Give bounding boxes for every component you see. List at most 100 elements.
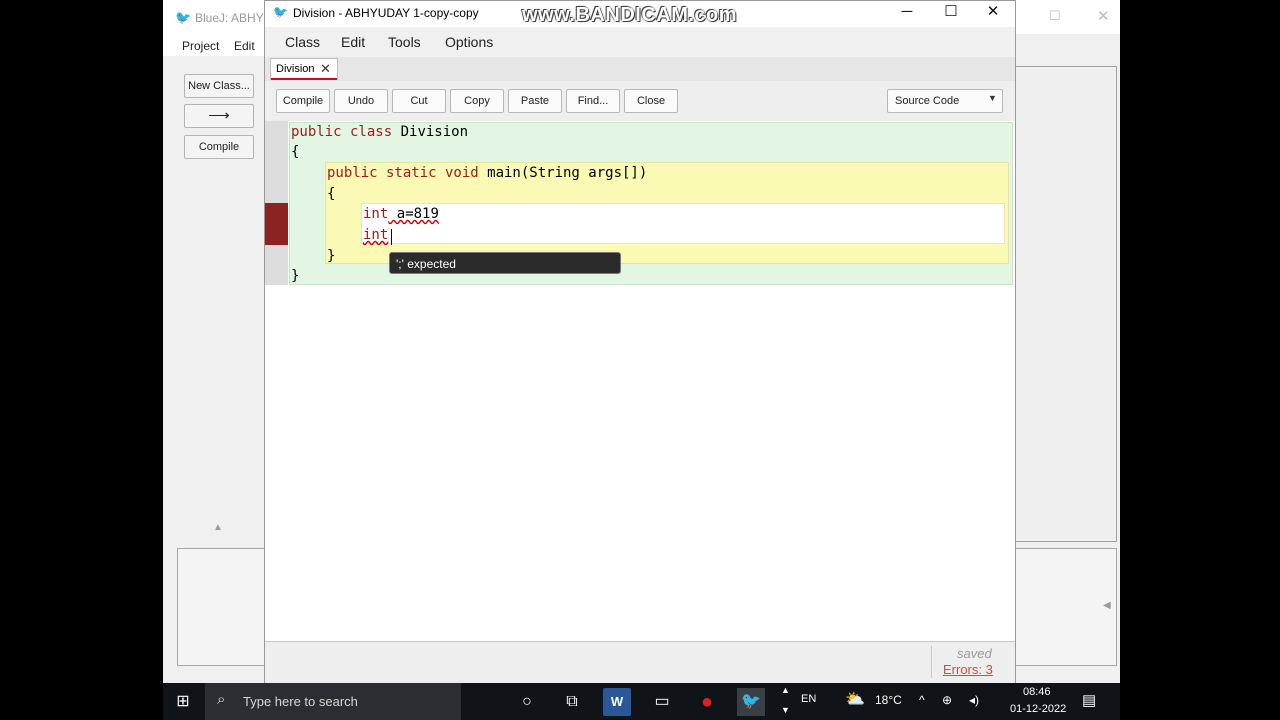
bluej-menu-edit[interactable]: Edit xyxy=(234,39,255,53)
editor-window: 🐦 Division - ABHYUDAY 1-copy-copy ─ ☐ ✕ … xyxy=(264,0,1016,684)
bandicam-button[interactable]: ● xyxy=(693,688,721,716)
scroll-down-icon[interactable]: ▼ xyxy=(781,705,790,715)
editor-status-bar: saved Errors: 3 xyxy=(265,641,1015,684)
arrow-right-icon: ⟶ xyxy=(208,107,230,124)
errors-count-link[interactable]: Errors: 3 xyxy=(943,662,993,677)
language-indicator[interactable]: EN xyxy=(801,693,816,705)
cortana-button[interactable]: ○ xyxy=(513,688,541,716)
clock-time[interactable]: 08:46 xyxy=(1023,686,1051,698)
close-window-button[interactable]: ✕ xyxy=(971,1,1015,25)
bluej-object-bench-right[interactable] xyxy=(1015,548,1117,666)
folder-icon: ▭ xyxy=(654,693,670,710)
code-text-error: a=819 xyxy=(388,206,439,222)
close-tab-icon[interactable]: ✕ xyxy=(320,61,331,77)
start-button[interactable]: ⊞ xyxy=(169,688,197,716)
code-line-1: public class Division xyxy=(291,122,468,142)
code-text: main(String args[]) xyxy=(478,165,648,181)
editor-window-title: Division - ABHYUDAY 1-copy-copy xyxy=(293,6,479,20)
compile-button[interactable]: Compile xyxy=(276,89,330,113)
code-line-7: } xyxy=(327,248,336,264)
view-selector-value: Source Code xyxy=(895,95,960,107)
editor-tab-strip: Division ✕ xyxy=(265,57,1015,81)
minimize-button[interactable]: ─ xyxy=(885,1,929,25)
bluej-menu-project[interactable]: Project xyxy=(182,39,219,53)
record-icon: ● xyxy=(700,691,714,713)
bluej-bird-icon: 🐦 xyxy=(175,10,192,25)
scroll-left-icon[interactable]: ◀ xyxy=(1103,600,1111,611)
code-line-5: int a=819 xyxy=(363,204,439,224)
error-tooltip: ';' expected xyxy=(389,252,621,274)
bluej-class-diagram-area[interactable] xyxy=(1015,66,1117,542)
code-editor[interactable]: public class Division { public static vo… xyxy=(265,121,1015,641)
bluej-object-bench[interactable] xyxy=(177,548,269,666)
volume-icon[interactable]: ◂) xyxy=(969,693,979,707)
error-line-marker[interactable] xyxy=(265,203,288,245)
saved-status: saved xyxy=(957,646,992,661)
weather-temperature[interactable]: 18°C xyxy=(875,693,902,707)
paste-button[interactable]: Paste xyxy=(508,89,562,113)
inheritance-arrow-button[interactable]: ⟶ xyxy=(184,104,254,128)
code-text: Division xyxy=(392,124,469,140)
windows-taskbar: ⊞ ⌕ Type here to search ○ ⧉ W ▭ ● 🐦 ▲ ▼ … xyxy=(163,683,1120,720)
notification-icon[interactable]: ▤ xyxy=(1082,691,1096,709)
view-selector[interactable]: Source Code ▼ xyxy=(887,89,1003,113)
menu-edit[interactable]: Edit xyxy=(341,34,365,50)
maximize-button[interactable]: ☐ xyxy=(929,1,973,25)
windows-logo-icon: ⊞ xyxy=(176,693,190,710)
task-view-button[interactable]: ⧉ xyxy=(558,688,586,716)
code-line-6: int xyxy=(363,225,388,245)
tab-label: Division xyxy=(276,63,315,75)
bluej-bird-icon: 🐦 xyxy=(741,693,761,710)
word-app-button[interactable]: W xyxy=(603,688,631,716)
keyword-error: int xyxy=(363,227,389,243)
scroll-up-icon[interactable]: ▲ xyxy=(781,685,790,695)
bluej-bird-icon: 🐦 xyxy=(273,5,288,19)
bluej-close-icon[interactable]: ✕ xyxy=(1097,7,1110,25)
code-line-3: public static void main(String args[]) xyxy=(327,163,647,183)
show-hidden-icons-icon[interactable]: ^ xyxy=(919,693,925,707)
code-line-4: { xyxy=(327,186,336,202)
tab-division[interactable]: Division ✕ xyxy=(270,58,338,80)
word-icon: W xyxy=(610,694,624,709)
recording-watermark: www.BANDICAM.com xyxy=(522,4,738,26)
editor-menubar: Class Edit Tools Options xyxy=(265,27,1015,57)
bluej-window-title: BlueJ: ABHYU xyxy=(195,11,273,25)
status-divider xyxy=(931,646,932,678)
menu-class[interactable]: Class xyxy=(285,34,320,50)
bluej-app-button[interactable]: 🐦 xyxy=(737,688,765,716)
bluej-maximize-icon[interactable]: ☐ xyxy=(1049,8,1061,24)
editor-toolbar: Compile Undo Cut Copy Paste Find... Clos… xyxy=(265,81,1015,121)
bluej-compile-button[interactable]: Compile xyxy=(184,135,254,159)
search-icon: ⌕ xyxy=(217,691,226,708)
cut-button[interactable]: Cut xyxy=(392,89,446,113)
code-line-2: { xyxy=(291,144,300,160)
menu-options[interactable]: Options xyxy=(445,34,493,50)
collapse-triangle-icon[interactable]: ▲ xyxy=(213,522,223,533)
clock-date[interactable]: 01-12-2022 xyxy=(1010,703,1066,715)
cortana-circle-icon: ○ xyxy=(522,693,532,710)
weather-icon[interactable]: ⛅ xyxy=(845,689,865,709)
keyword: int xyxy=(363,206,389,222)
file-explorer-button[interactable]: ▭ xyxy=(648,688,676,716)
text-caret xyxy=(391,229,392,245)
minimize-icon: ─ xyxy=(901,3,913,20)
maximize-icon: ☐ xyxy=(944,3,958,20)
task-view-icon: ⧉ xyxy=(566,693,578,710)
close-button[interactable]: Close xyxy=(624,89,678,113)
taskbar-search-box[interactable]: ⌕ Type here to search xyxy=(205,683,461,720)
dropdown-arrow-icon: ▼ xyxy=(988,93,997,103)
bluej-menubar: Project Edit xyxy=(163,34,265,56)
body-scope-highlight xyxy=(361,203,1005,244)
copy-button[interactable]: Copy xyxy=(450,89,504,113)
find-button[interactable]: Find... xyxy=(566,89,620,113)
menu-tools[interactable]: Tools xyxy=(388,34,421,50)
active-tab-indicator xyxy=(271,78,337,80)
new-class-button[interactable]: New Class... xyxy=(184,74,254,98)
undo-button[interactable]: Undo xyxy=(334,89,388,113)
search-placeholder: Type here to search xyxy=(243,694,358,709)
code-line-8: } xyxy=(291,268,300,284)
keyword: public static void xyxy=(327,165,479,181)
close-icon: ✕ xyxy=(986,3,1000,20)
network-icon[interactable]: ⊕ xyxy=(942,693,952,707)
keyword: public class xyxy=(291,124,393,140)
